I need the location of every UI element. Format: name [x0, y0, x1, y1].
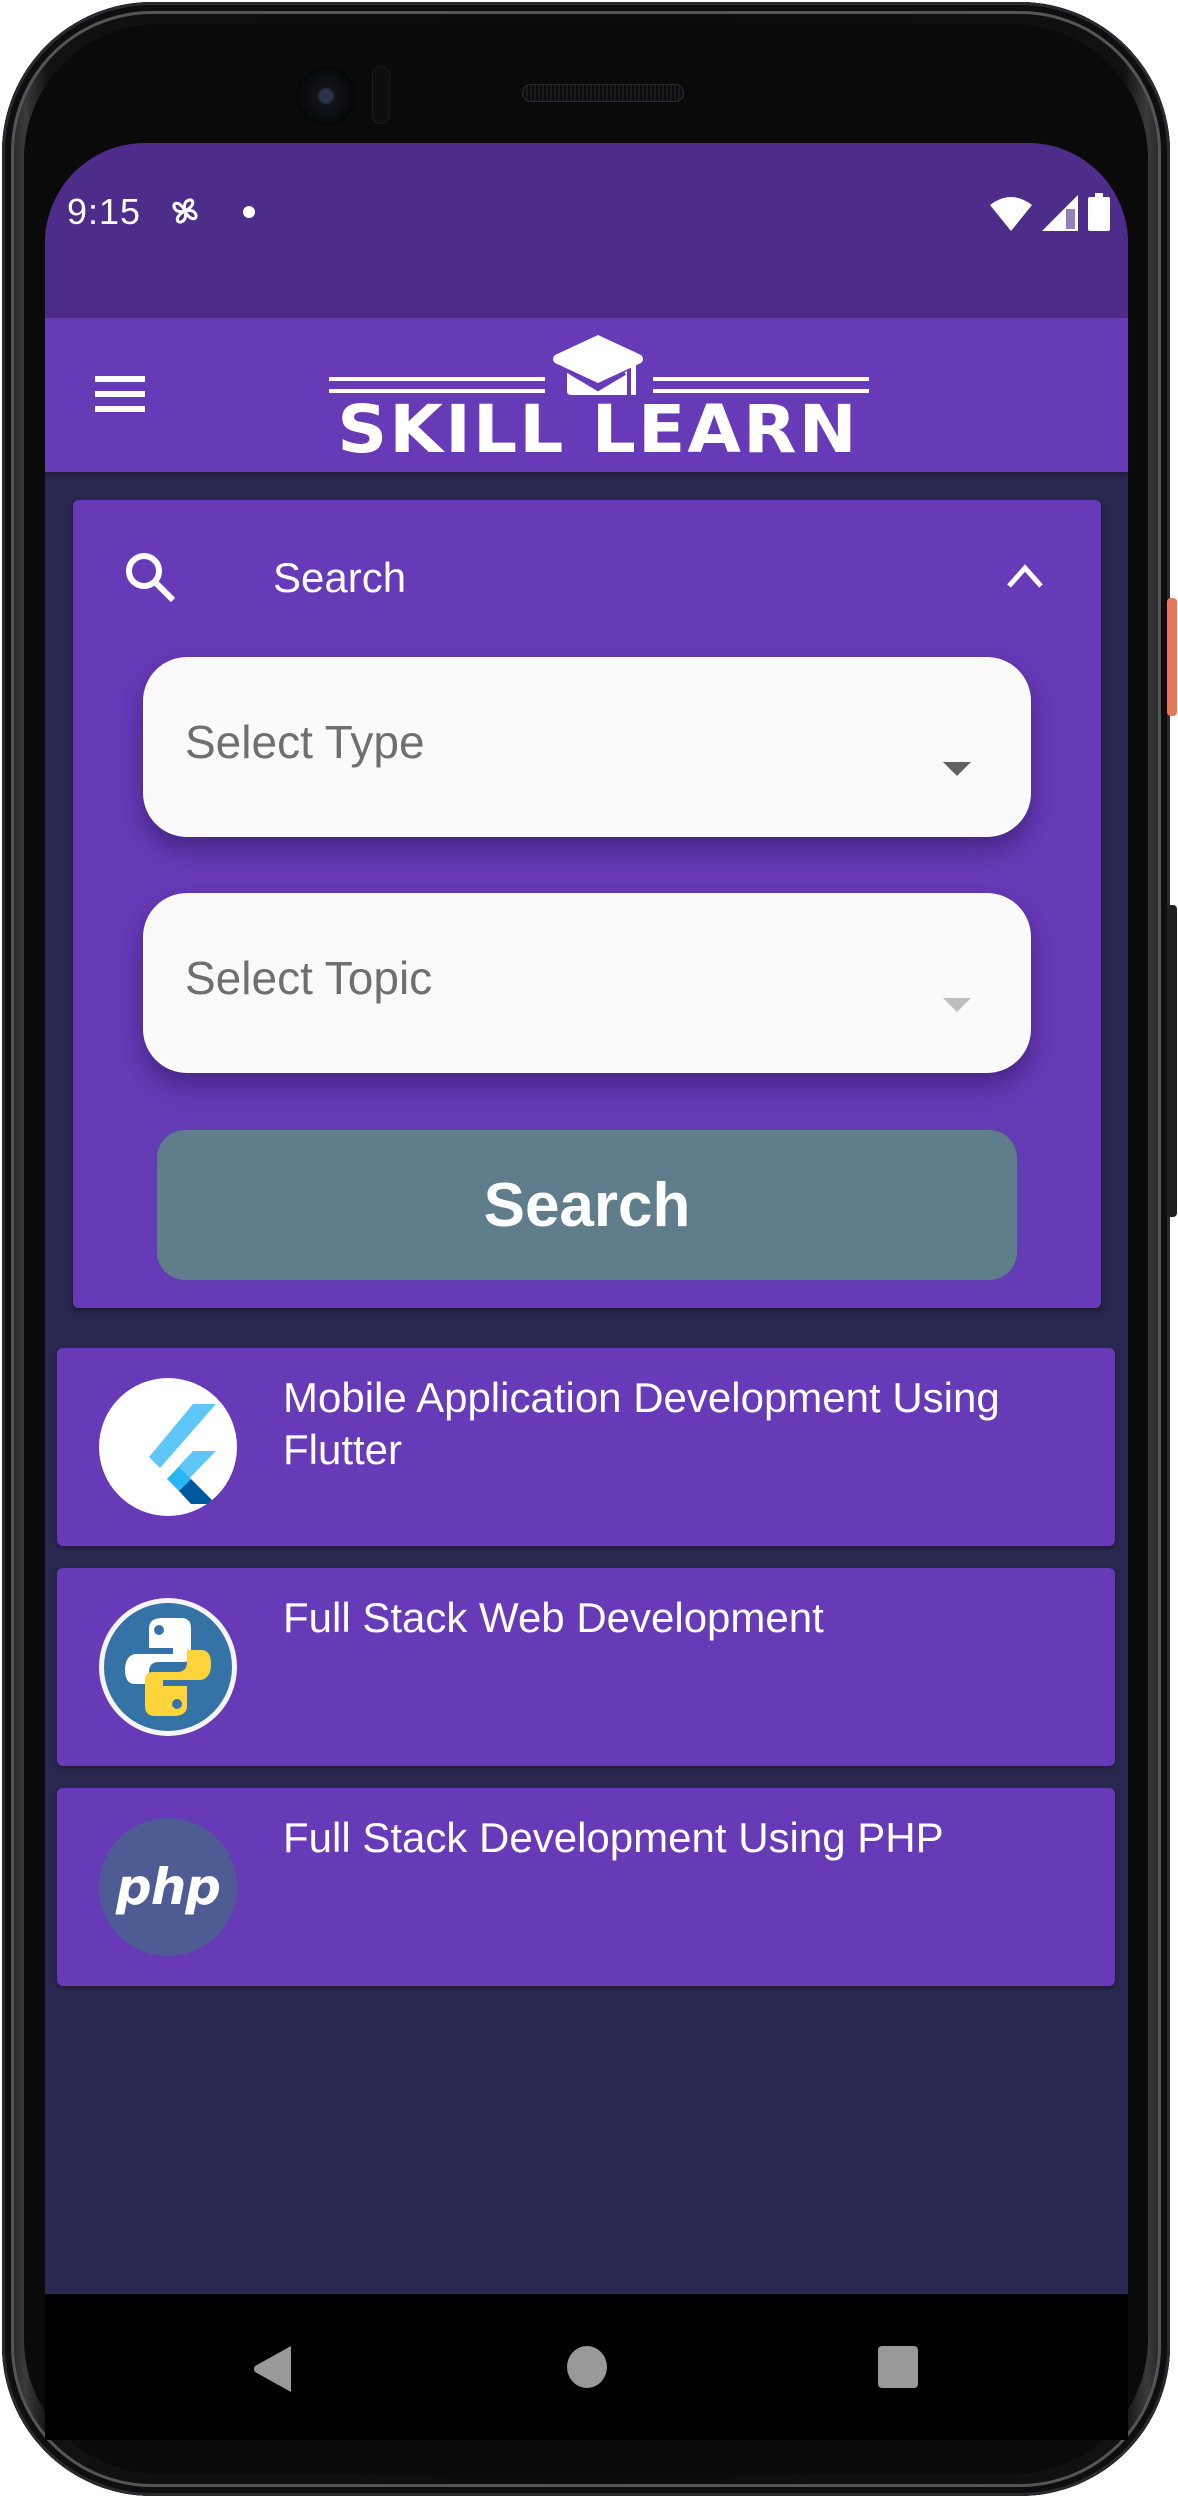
- search-panel-header[interactable]: Search: [73, 500, 1101, 650]
- course-list-item[interactable]: Mobile Application Development Using Flu…: [57, 1348, 1115, 1546]
- battery-icon: [1088, 193, 1110, 231]
- search-icon: [126, 553, 176, 603]
- app-logo: SKILL LEARN: [323, 333, 873, 463]
- back-triangle-icon[interactable]: [253, 2346, 293, 2392]
- front-camera: [296, 66, 356, 126]
- system-nav-bar: [45, 2294, 1128, 2440]
- app-screen: 9:15 SKILL LEARN Search Select Type Sele…: [45, 143, 1128, 2440]
- dropdown-arrow-icon: [943, 998, 971, 1012]
- hamburger-menu-icon[interactable]: [95, 376, 147, 416]
- flutter-logo-icon: [99, 1378, 237, 1516]
- status-time: 9:15: [67, 191, 142, 232]
- php-logo-icon: php: [99, 1818, 237, 1956]
- course-list-item[interactable]: Full Stack Web Development: [57, 1568, 1115, 1766]
- home-circle-icon[interactable]: [567, 2346, 607, 2388]
- earpiece-speaker: [522, 84, 684, 102]
- search-button[interactable]: Search: [157, 1130, 1017, 1280]
- fan-notification-icon: [172, 198, 198, 224]
- python-logo-icon: [99, 1598, 237, 1736]
- search-panel: Search Select Type Select Topic Search: [73, 500, 1101, 1308]
- select-topic-dropdown[interactable]: Select Topic: [143, 893, 1031, 1073]
- select-type-dropdown[interactable]: Select Type: [143, 657, 1031, 837]
- status-icons: [990, 193, 1110, 231]
- volume-rocker: [1167, 905, 1177, 1217]
- course-title: Full Stack Web Development: [283, 1594, 824, 1641]
- course-title: Full Stack Development Using PHP: [283, 1814, 944, 1861]
- dropdown-arrow-icon: [943, 762, 971, 776]
- status-bar: 9:15: [45, 143, 1128, 318]
- course-title: Mobile Application Development Using Flu…: [283, 1374, 1000, 1473]
- search-panel-title: Search: [273, 554, 407, 601]
- proximity-sensor: [372, 66, 390, 124]
- select-topic-placeholder: Select Topic: [185, 952, 433, 1004]
- notification-dot-icon: [243, 206, 255, 218]
- select-type-placeholder: Select Type: [185, 716, 425, 768]
- signal-icon: [1042, 195, 1078, 231]
- logo-text: SKILL LEARN: [337, 391, 859, 468]
- course-list: Mobile Application Development Using Flu…: [57, 1348, 1115, 2008]
- chevron-up-icon[interactable]: [1005, 560, 1045, 590]
- recents-square-icon[interactable]: [878, 2346, 918, 2388]
- power-button: [1167, 598, 1177, 716]
- app-bar: SKILL LEARN: [45, 318, 1128, 472]
- php-logo-text: php: [115, 1858, 221, 1916]
- graduation-cap-icon: [553, 335, 643, 395]
- wifi-icon: [990, 197, 1032, 231]
- course-list-item[interactable]: php Full Stack Development Using PHP: [57, 1788, 1115, 1986]
